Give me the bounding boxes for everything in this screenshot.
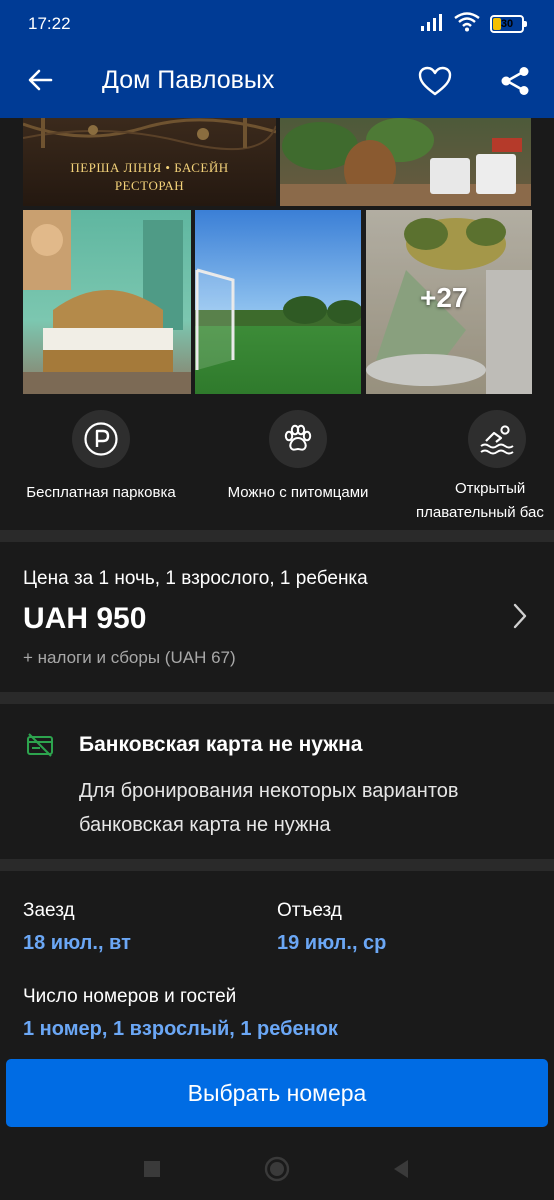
recents-square-icon[interactable] <box>137 1154 167 1184</box>
scroll-content[interactable]: ПЕРША ЛІНІЯ • БАСЕЙН РЕСТОРАН +27 Беспла… <box>0 118 554 1058</box>
favorite-button[interactable] <box>412 60 458 106</box>
banner-caption-line2: РЕСТОРАН <box>114 178 185 193</box>
gallery-photo-more[interactable]: +27 <box>366 210 532 394</box>
no-credit-card-icon <box>26 732 54 763</box>
signal-icon <box>420 13 444 36</box>
share-icon <box>499 65 531 102</box>
checkin-label: Заезд <box>23 900 75 921</box>
back-arrow-icon <box>27 68 53 97</box>
parking-icon <box>72 410 130 468</box>
section-divider <box>0 859 554 871</box>
heart-icon <box>418 66 452 101</box>
share-button[interactable] <box>492 60 538 106</box>
more-photos-count: +27 <box>420 282 468 313</box>
select-rooms-button[interactable]: Выбрать номера <box>6 1059 548 1127</box>
amenity-parking: Бесплатная парковка <box>17 410 185 504</box>
amenity-pets: Можно с питомцами <box>213 410 383 504</box>
swimming-icon <box>468 410 526 468</box>
paw-icon <box>269 410 327 468</box>
banner-caption-line1: ПЕРША ЛІНІЯ • БАСЕЙН <box>70 160 229 175</box>
section-divider <box>0 530 554 542</box>
amenity-label-line2: плавательный бас <box>416 504 544 521</box>
amenity-label-line1: Открытый <box>455 480 526 497</box>
checkin-date[interactable]: 18 июл., вт <box>23 932 131 955</box>
status-time: 17:22 <box>28 14 71 33</box>
amenity-label: Можно с питомцами <box>227 484 369 501</box>
section-divider <box>0 692 554 704</box>
amenity-pool: Открытый плавательный бас <box>412 410 554 524</box>
gallery-photo-banner[interactable]: ПЕРША ЛІНІЯ • БАСЕЙН РЕСТОРАН <box>23 118 276 206</box>
back-button[interactable] <box>20 62 60 102</box>
gallery-photo-terrace[interactable] <box>280 118 531 206</box>
home-circle-icon[interactable] <box>262 1154 292 1184</box>
price-caption: Цена за 1 ночь, 1 взрослого, 1 ребенка <box>23 568 368 589</box>
checkout-date[interactable]: 19 июл., ср <box>277 932 386 955</box>
price-taxes: + налоги и сборы (UAH 67) <box>23 648 236 667</box>
page-title: Дом Павловых <box>102 66 275 94</box>
back-triangle-icon[interactable] <box>386 1154 416 1184</box>
card-notice-description: Для бронирования некоторых вариантов бан… <box>79 780 459 836</box>
gallery-photo-bedroom[interactable] <box>23 210 191 394</box>
amenity-label: Бесплатная парковка <box>26 484 176 501</box>
guests-label: Число номеров и гостей <box>23 986 237 1007</box>
card-notice-title: Банковская карта не нужна <box>79 733 363 756</box>
chevron-right-icon[interactable] <box>506 598 534 634</box>
status-bar: 17:22 30 <box>0 0 554 50</box>
status-icons: 30 <box>420 11 527 37</box>
battery-text: 30 <box>500 18 514 30</box>
bottom-action-bar: Выбрать номера <box>0 1052 554 1138</box>
price-amount: UAH 950 <box>23 602 147 635</box>
system-nav-bar <box>0 1138 554 1200</box>
battery-icon: 30 <box>490 15 527 33</box>
checkout-label: Отъезд <box>277 900 342 921</box>
app-bar: Дом Павловых <box>0 50 554 118</box>
wifi-icon <box>454 11 480 37</box>
guests-value[interactable]: 1 номер, 1 взрослый, 1 ребенок <box>23 1018 338 1041</box>
gallery-photo-field[interactable] <box>195 210 361 394</box>
